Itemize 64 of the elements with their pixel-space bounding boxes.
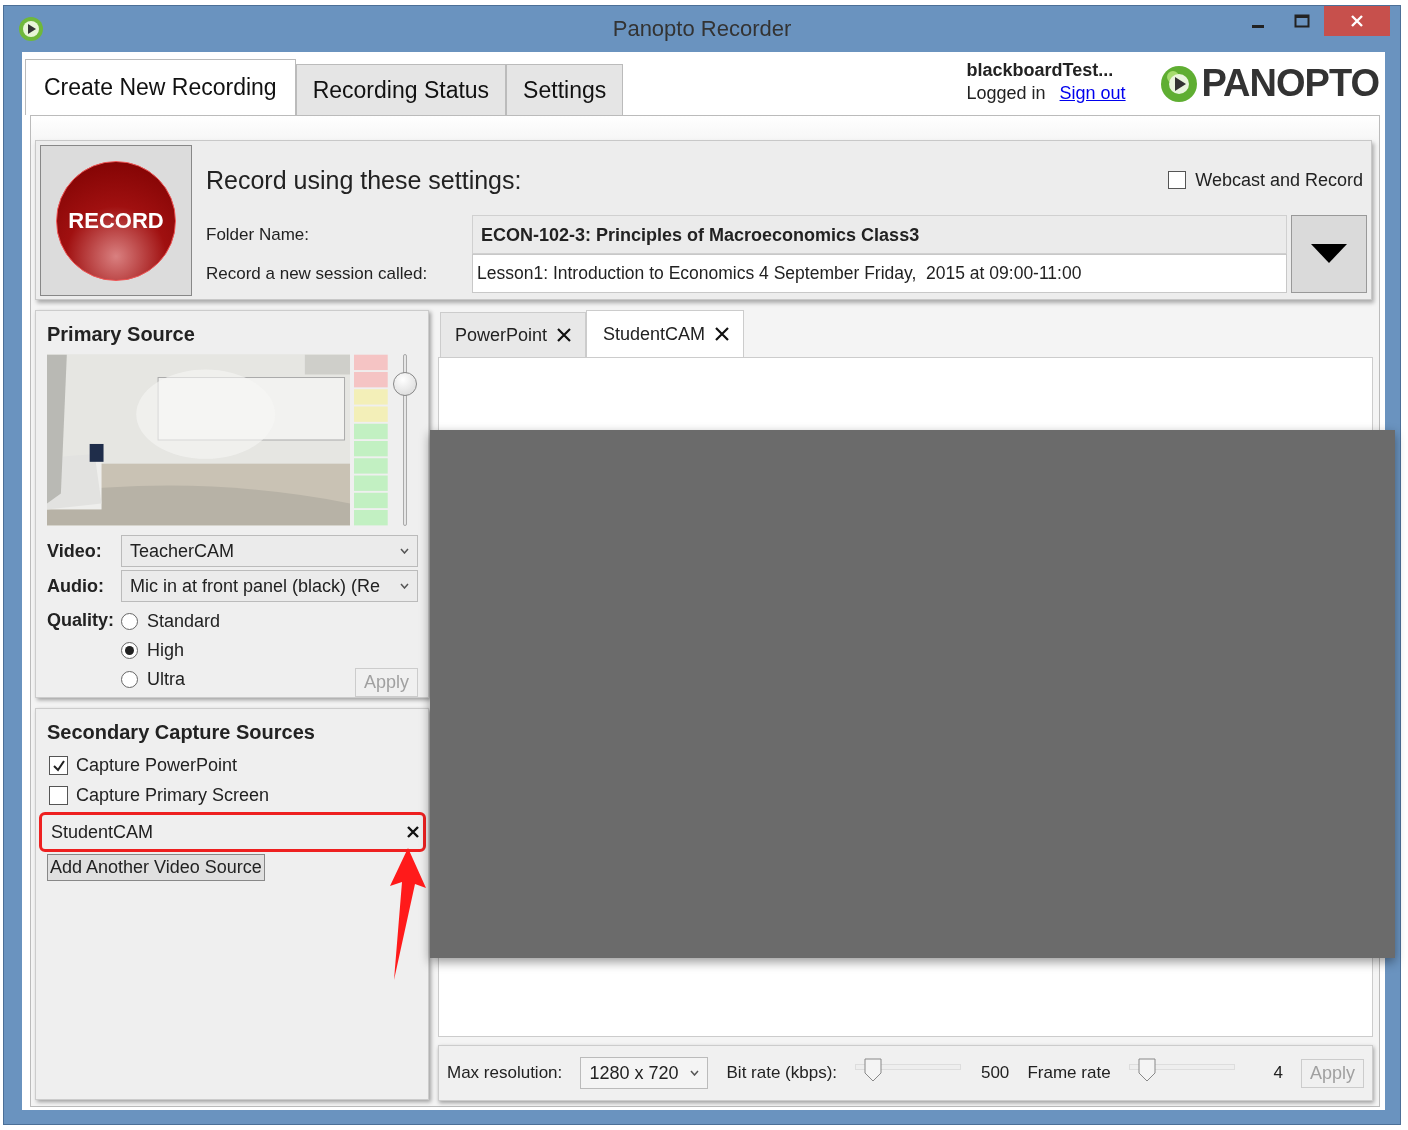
radio-label: Ultra bbox=[147, 668, 185, 690]
radio-label: Standard bbox=[147, 610, 221, 632]
slider-thumb[interactable] bbox=[864, 1058, 883, 1082]
radio-button[interactable] bbox=[121, 612, 138, 630]
resolution-select[interactable]: 1280 x 720 bbox=[580, 1057, 709, 1089]
login-status: Logged in bbox=[966, 83, 1046, 104]
slider-value: 500 bbox=[979, 1063, 1010, 1083]
user-name: blackboardTest... bbox=[966, 60, 1115, 81]
dropdown-button[interactable] bbox=[1291, 215, 1367, 293]
radio-button[interactable] bbox=[121, 641, 138, 659]
field-label: Record a new session called: bbox=[206, 263, 429, 285]
field-label: Max resolution: bbox=[447, 1063, 563, 1083]
close-button[interactable] bbox=[1324, 6, 1390, 36]
field-label: Folder Name: bbox=[206, 224, 310, 246]
field-label: Video: bbox=[47, 540, 103, 562]
tab-label: PowerPoint bbox=[455, 324, 548, 346]
checkbox-label: Capture Primary Screen bbox=[76, 785, 270, 806]
logo-wordmark: PANOPTO bbox=[1201, 62, 1379, 105]
volume-slider[interactable] bbox=[392, 354, 418, 526]
checkbox[interactable] bbox=[49, 756, 68, 775]
tab[interactable]: Create New Recording bbox=[25, 59, 296, 115]
checkbox-label: Capture PowerPoint bbox=[76, 755, 238, 776]
radio-button[interactable] bbox=[121, 670, 138, 688]
field-label: Audio: bbox=[47, 575, 105, 597]
video-select[interactable]: TeacherCAM bbox=[121, 535, 418, 567]
field-label: Bit rate (kbps): bbox=[726, 1063, 838, 1083]
audio-select[interactable]: Mic in at front panel (black) (Re bbox=[121, 570, 418, 602]
window-title: Panopto Recorder bbox=[612, 16, 792, 42]
video-source-item[interactable]: StudentCAM bbox=[39, 812, 426, 852]
source-tab[interactable]: StudentCAM bbox=[586, 310, 745, 357]
checkbox[interactable] bbox=[49, 786, 68, 805]
add-video-source-button[interactable]: Add Another Video Source bbox=[47, 854, 265, 881]
tab-label: StudentCAM bbox=[603, 323, 706, 345]
chevron-down-icon bbox=[690, 1070, 700, 1076]
field-label: Quality: bbox=[47, 610, 115, 631]
tab[interactable]: Recording Status bbox=[295, 64, 507, 115]
play-logo-icon bbox=[18, 16, 44, 42]
globe-play-icon bbox=[1159, 64, 1198, 103]
slider-thumb[interactable] bbox=[1137, 1058, 1156, 1082]
section-heading: Secondary Capture Sources bbox=[47, 721, 316, 744]
folder-field[interactable]: ECON-102-3: Principles of Macroeconomics Class3 bbox=[472, 215, 1287, 254]
caret-icon bbox=[1311, 244, 1347, 264]
minimize-icon bbox=[1252, 24, 1264, 28]
source-name: StudentCAM bbox=[51, 821, 154, 843]
close-icon[interactable] bbox=[407, 826, 419, 838]
slider-value: 4 bbox=[1272, 1063, 1283, 1083]
maximize-icon bbox=[1294, 14, 1310, 28]
close-icon bbox=[1350, 14, 1364, 28]
slider-thumb[interactable] bbox=[393, 371, 418, 396]
field-label: Frame rate bbox=[1027, 1063, 1111, 1083]
webcast-checkbox[interactable] bbox=[1168, 171, 1187, 189]
tab[interactable]: Settings bbox=[506, 64, 624, 115]
source-tab[interactable]: PowerPoint bbox=[440, 312, 587, 357]
checkbox-label: Webcast and Record bbox=[1195, 169, 1363, 191]
section-heading: Primary Source bbox=[47, 323, 196, 346]
close-icon[interactable] bbox=[557, 328, 572, 342]
session-name-field[interactable]: Lesson1: Introduction to Economics 4 September Friday, 2015 at 09:00-11:00 bbox=[472, 254, 1287, 293]
record-button[interactable]: RECORD bbox=[56, 160, 176, 281]
close-icon[interactable] bbox=[715, 327, 730, 341]
sign-out-link[interactable]: Sign out bbox=[1059, 83, 1126, 104]
settings-heading: Record using these settings: bbox=[206, 165, 522, 195]
radio-label: High bbox=[147, 639, 185, 661]
chevron-down-icon bbox=[400, 548, 409, 554]
chevron-down-icon bbox=[400, 583, 409, 589]
